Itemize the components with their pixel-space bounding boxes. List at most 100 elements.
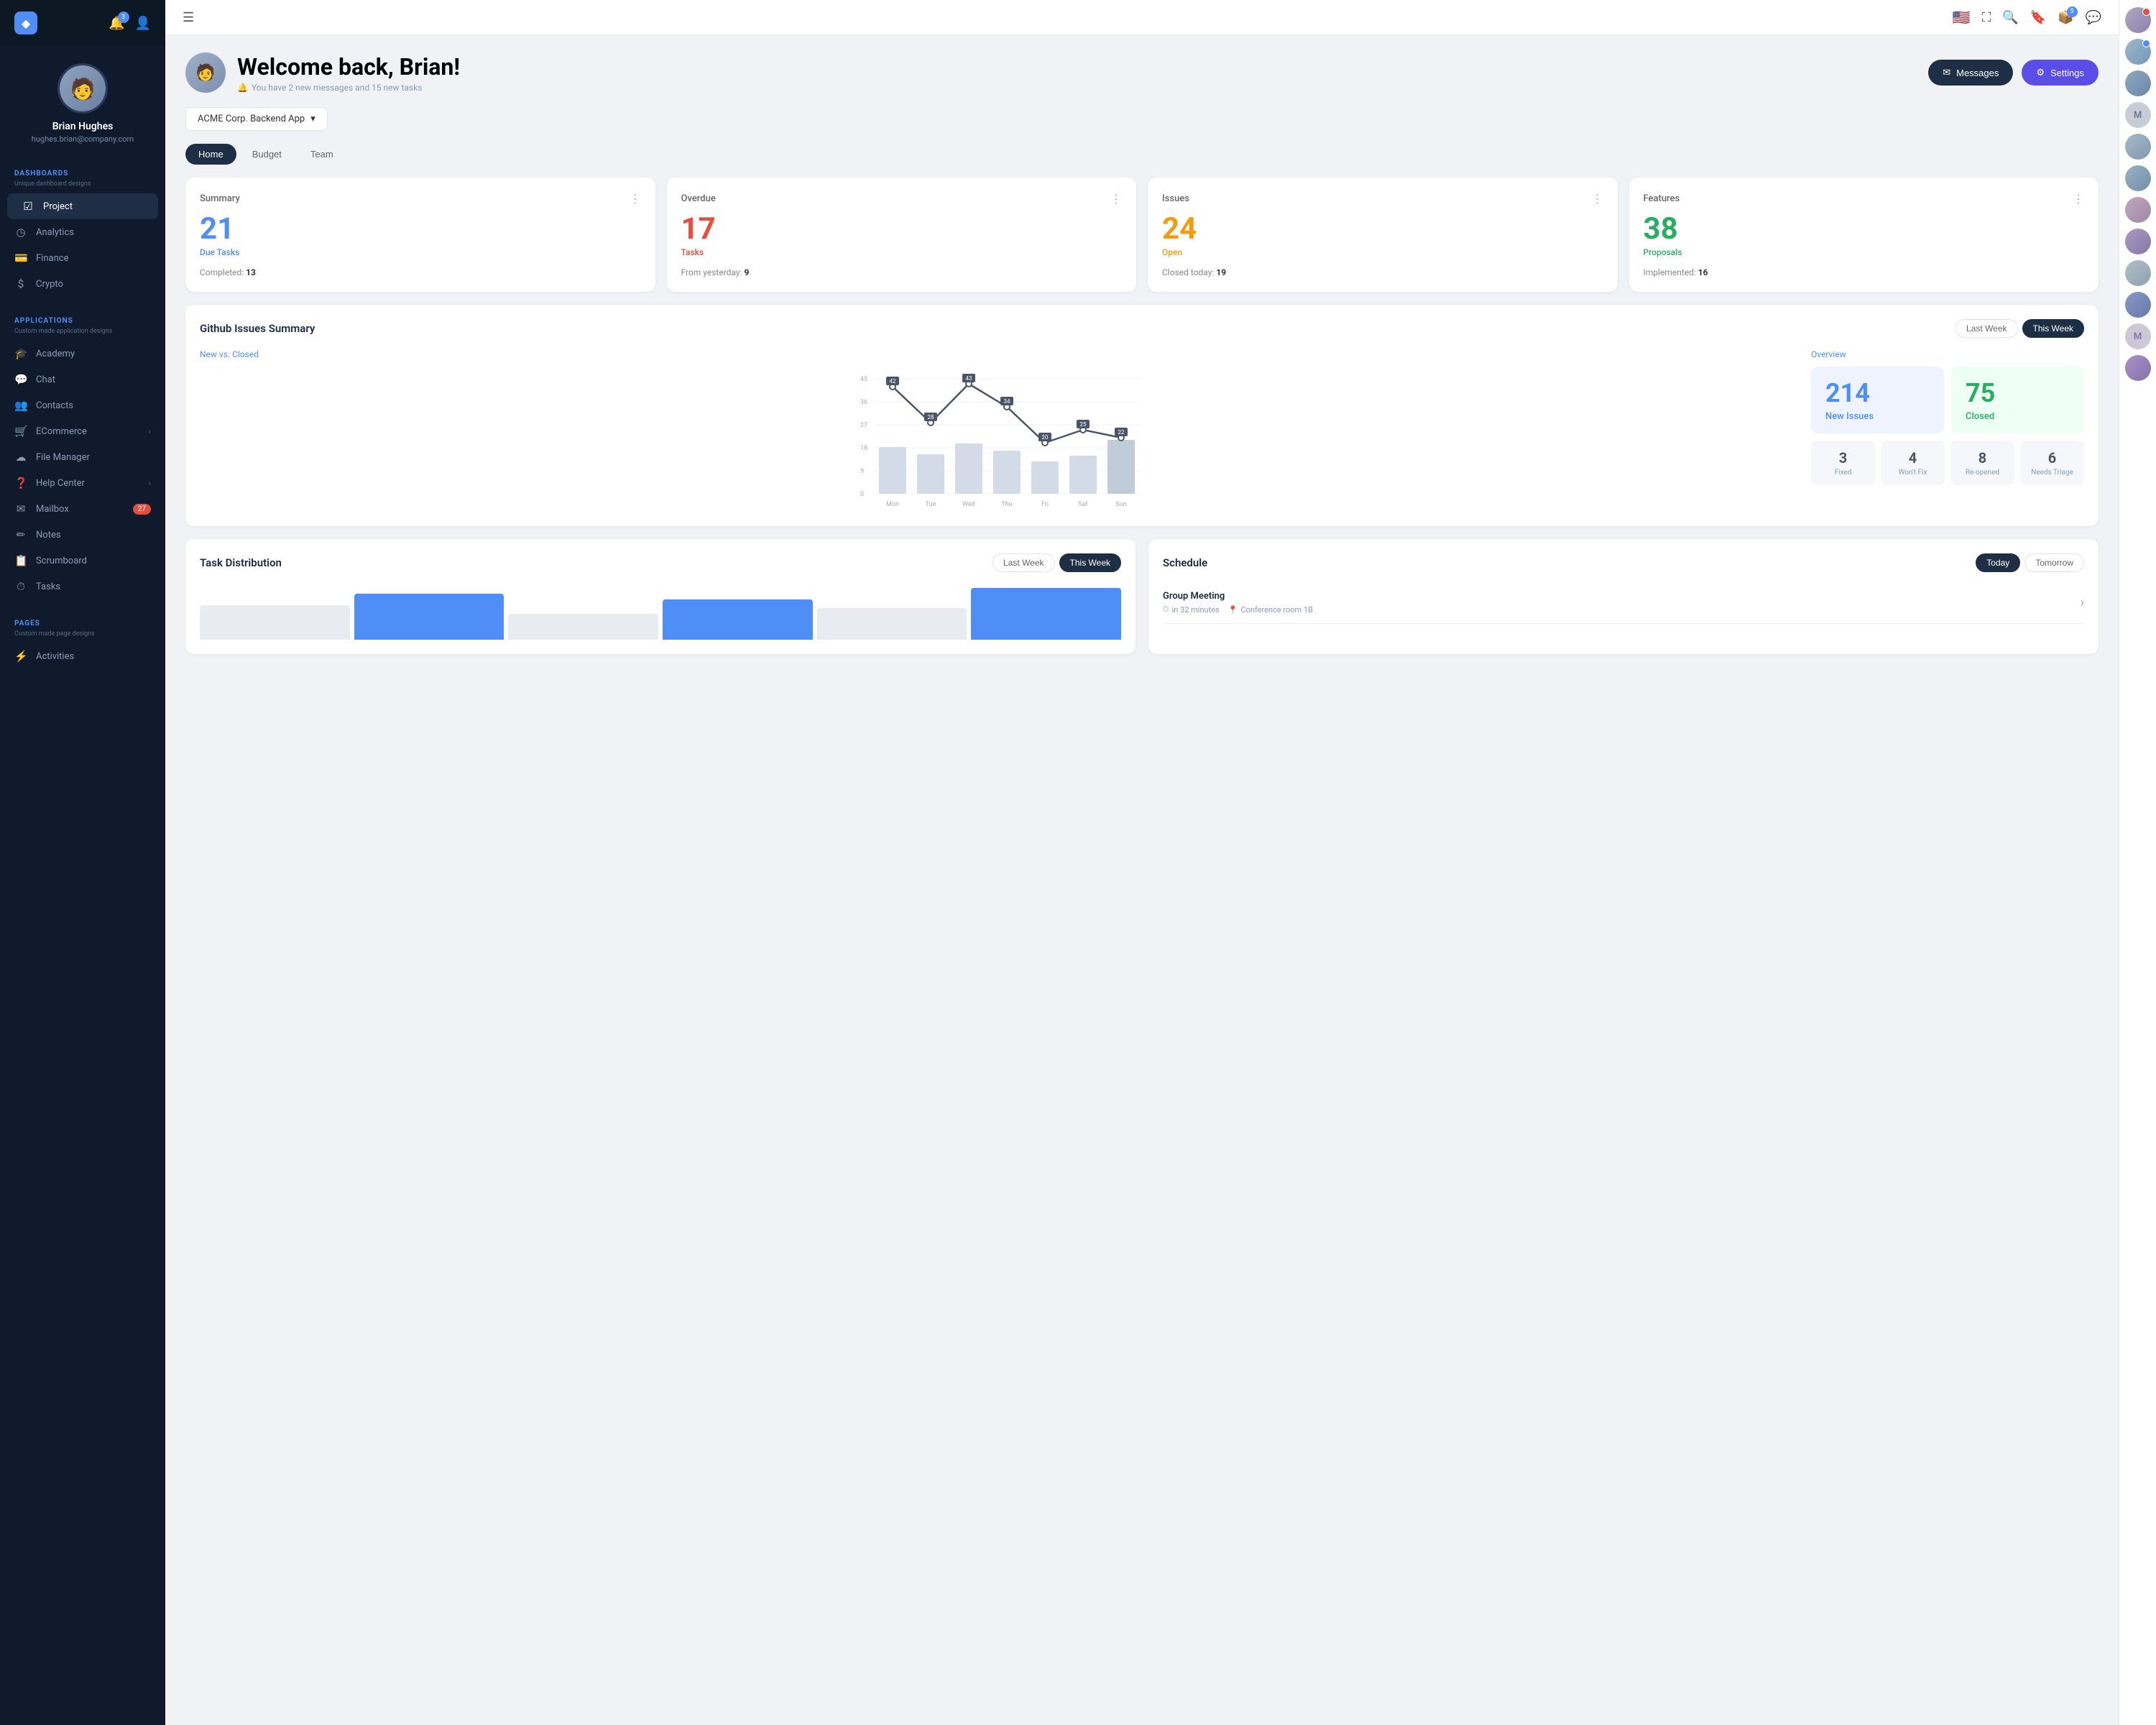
stat-number-overdue: 17 — [681, 214, 1123, 244]
svg-text:Sat: Sat — [1078, 501, 1087, 508]
stat-card-header: Summary ⋮ — [200, 192, 641, 206]
right-avatar-6[interactable] — [2125, 165, 2151, 191]
tab-bar: Home Budget Team — [185, 144, 2099, 165]
sidebar-item-label: Mailbox — [36, 504, 69, 515]
sidebar-item-activities[interactable]: ⚡ Activities — [0, 643, 165, 669]
stat-card-overdue: Overdue ⋮ 17 Tasks From yesterday: 9 — [667, 178, 1137, 292]
chevron-down-icon: ▾ — [310, 114, 315, 124]
sidebar-item-label: Finance — [36, 253, 68, 264]
user-icon[interactable]: 👤 — [135, 16, 151, 31]
svg-text:9: 9 — [860, 468, 864, 475]
sidebar-item-notes[interactable]: ✏ Notes — [0, 522, 165, 548]
sidebar-item-contacts[interactable]: 👥 Contacts — [0, 392, 165, 418]
closed-issues-number: 75 — [1966, 378, 2070, 408]
task-dist-last-week-btn[interactable]: Last Week — [992, 553, 1054, 572]
project-selector[interactable]: ACME Corp. Backend App ▾ — [185, 107, 328, 131]
sidebar-item-ecommerce[interactable]: 🛒 ECommerce › — [0, 418, 165, 444]
sidebar-item-crypto[interactable]: $ Crypto — [0, 271, 165, 297]
mini-reopened-num: 8 — [1956, 449, 2009, 466]
sidebar-item-label: ECommerce — [36, 426, 87, 437]
svg-text:18: 18 — [860, 445, 867, 452]
tab-team[interactable]: Team — [298, 144, 346, 165]
sidebar-item-filemanager[interactable]: ☁ File Manager — [0, 444, 165, 470]
stat-menu-icon[interactable]: ⋮ — [630, 192, 641, 206]
topbar-right: 🇺🇸 ⛶ 🔍 🔖 📦 5 💬 — [1953, 9, 2101, 26]
svg-text:Mon: Mon — [886, 501, 899, 508]
nav-section-sublabel-apps: Custom made application designs — [0, 328, 165, 341]
new-issues-label: New Issues — [1825, 411, 1930, 422]
sidebar-item-chat[interactable]: 💬 Chat — [0, 367, 165, 392]
search-icon[interactable]: 🔍 — [2002, 10, 2018, 25]
nav-section-label-dashboards: DASHBOARDS — [0, 161, 165, 180]
messages-icon[interactable]: 💬 — [2086, 10, 2101, 25]
right-avatar-11[interactable]: M — [2125, 323, 2151, 349]
sidebar-item-academy[interactable]: 🎓 Academy — [0, 341, 165, 367]
app-logo[interactable]: ◆ — [14, 12, 37, 34]
stat-number-features: 38 — [1644, 214, 2085, 244]
right-avatar-1[interactable] — [2125, 7, 2151, 33]
notification-icon[interactable]: 🔔 3 — [109, 16, 124, 31]
sidebar-item-label: Analytics — [36, 227, 74, 238]
schedule-card: Schedule Today Tomorrow Group Meeting ⏱ … — [1148, 539, 2099, 654]
sidebar-item-mailbox[interactable]: ✉ Mailbox 27 — [0, 496, 165, 522]
stat-footer-value: 9 — [744, 267, 749, 277]
sidebar-item-label: Crypto — [36, 279, 63, 290]
svg-text:20: 20 — [1042, 434, 1049, 441]
task-dist-this-week-btn[interactable]: This Week — [1059, 553, 1121, 572]
welcome-avatar: 🧑 — [185, 52, 226, 93]
flag-icon[interactable]: 🇺🇸 — [1953, 9, 1971, 26]
stat-card-summary: Summary ⋮ 21 Due Tasks Completed: 13 — [185, 178, 655, 292]
hamburger-icon[interactable]: ☰ — [183, 10, 194, 25]
sidebar-item-tasks[interactable]: ⏱ Tasks — [0, 574, 165, 599]
stat-title-summary: Summary — [200, 193, 240, 204]
messages-button[interactable]: ✉ Messages — [1928, 60, 2013, 86]
sidebar-item-helpcenter[interactable]: ❓ Help Center › — [0, 470, 165, 496]
gear-icon: ⚙ — [2036, 67, 2045, 78]
tomorrow-button[interactable]: Tomorrow — [2024, 553, 2084, 572]
sidebar-item-finance[interactable]: 💳 Finance — [0, 245, 165, 271]
stat-menu-icon[interactable]: ⋮ — [2073, 192, 2084, 206]
schedule-item-meta: ⏱ in 32 minutes 📍 Conference room 1B — [1163, 604, 1313, 615]
right-avatar-8[interactable] — [2125, 229, 2151, 254]
right-avatar-9[interactable] — [2125, 260, 2151, 286]
stat-number-summary: 21 — [200, 214, 641, 244]
stat-menu-icon[interactable]: ⋮ — [1110, 192, 1122, 206]
github-issues-card: Github Issues Summary Last Week This Wee… — [185, 305, 2099, 526]
mini-reopened: 8 Re-opened — [1950, 441, 2014, 485]
right-avatar-7[interactable] — [2125, 197, 2151, 223]
stat-menu-icon[interactable]: ⋮ — [1592, 192, 1603, 206]
this-week-button[interactable]: This Week — [2022, 319, 2084, 338]
schedule-toggle: Today Tomorrow — [1976, 553, 2084, 572]
schedule-time-tag: ⏱ in 32 minutes — [1163, 604, 1220, 615]
mini-reopened-label: Re-opened — [1956, 469, 2009, 477]
week-toggle: Last Week This Week — [1955, 319, 2084, 338]
sidebar-item-analytics[interactable]: ◷ Analytics — [0, 219, 165, 245]
right-avatar-3[interactable] — [2125, 70, 2151, 96]
stat-label-issues: Open — [1162, 247, 1603, 257]
last-week-button[interactable]: Last Week — [1955, 319, 2017, 338]
bookmark-icon[interactable]: 🔖 — [2030, 10, 2046, 25]
stat-footer-text: Implemented: — [1644, 267, 1696, 277]
sidebar-item-label: Academy — [36, 349, 75, 359]
right-avatar-10[interactable] — [2125, 292, 2151, 318]
settings-button[interactable]: ⚙ Settings — [2022, 60, 2099, 86]
sidebar-item-label: Chat — [36, 374, 55, 385]
filemanager-icon: ☁ — [14, 451, 27, 464]
mini-wontfix-num: 4 — [1886, 449, 1939, 466]
right-avatar-5[interactable] — [2125, 134, 2151, 160]
inbox-icon[interactable]: 📦 5 — [2058, 10, 2073, 25]
today-button[interactable]: Today — [1976, 553, 2020, 572]
sidebar-item-scrumboard[interactable]: 📋 Scrumboard — [0, 548, 165, 574]
tab-budget[interactable]: Budget — [239, 144, 295, 165]
right-avatar-2[interactable] — [2125, 39, 2151, 65]
right-avatar-4[interactable]: M — [2125, 102, 2151, 128]
notification-badge: 3 — [118, 12, 129, 23]
nav-section-label-pages: PAGES — [0, 611, 165, 630]
right-avatar-12[interactable] — [2125, 355, 2151, 381]
chevron-right-icon[interactable]: › — [2081, 595, 2084, 610]
expand-icon[interactable]: ⛶ — [1982, 10, 1991, 25]
sidebar-item-project[interactable]: ☑ Project — [7, 193, 158, 219]
task-dist-bar-chart — [200, 582, 1121, 640]
tab-home[interactable]: Home — [185, 144, 236, 165]
welcome-left: 🧑 Welcome back, Brian! 🔔 You have 2 new … — [185, 52, 460, 93]
